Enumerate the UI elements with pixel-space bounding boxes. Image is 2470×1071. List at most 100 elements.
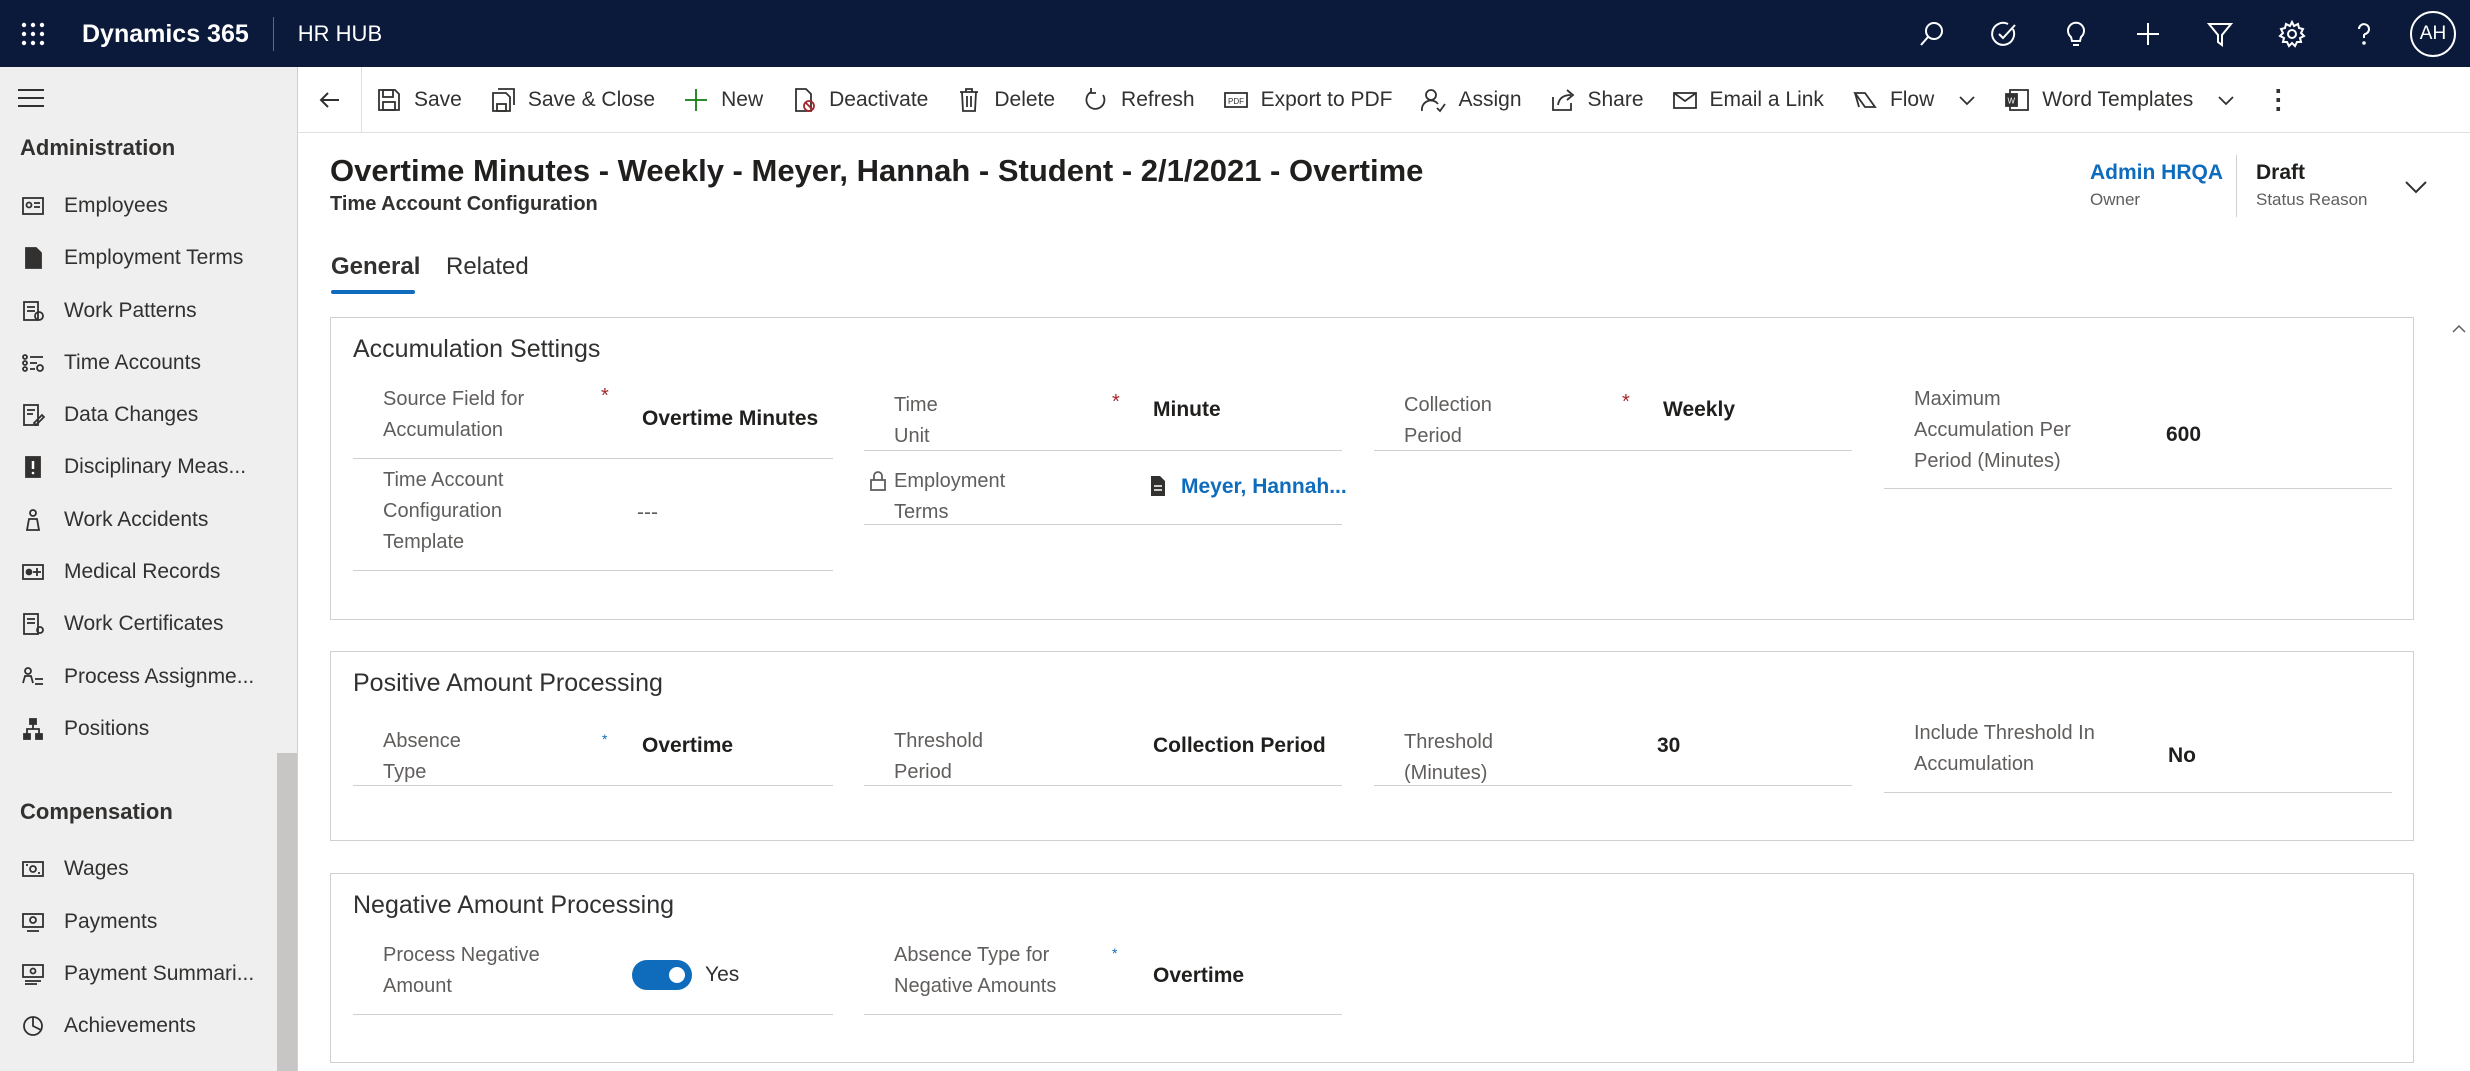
tab-related[interactable]: Related [446, 253, 529, 281]
plus-icon[interactable] [2112, 0, 2184, 67]
sidebar-item-label: Work Accidents [64, 508, 209, 531]
save-button[interactable]: Save [362, 67, 476, 133]
sidebar-item-process-assignments[interactable]: Process Assignme... [0, 651, 276, 703]
chevron-down-icon[interactable] [2217, 91, 2235, 109]
field-value[interactable]: Overtime [642, 734, 733, 758]
user-avatar[interactable]: AH [2410, 10, 2456, 57]
field-value[interactable]: --- [637, 501, 658, 525]
field-label: Absence Type for Negative Amounts [894, 944, 1057, 997]
word-template-icon: W [2005, 88, 2030, 111]
more-commands-icon[interactable]: ⋮ [2265, 84, 2291, 115]
field-value[interactable]: 600 [2166, 423, 2201, 447]
alert-document-icon [0, 455, 64, 479]
deactivate-icon [795, 87, 816, 112]
task-check-icon[interactable] [1968, 0, 2040, 67]
sidebar-item-label: Work Patterns [64, 299, 197, 322]
data-change-icon [0, 403, 64, 427]
recommended-indicator: * [602, 731, 608, 747]
header-expand-chevron-icon[interactable] [2404, 180, 2428, 194]
process-negative-toggle[interactable] [632, 960, 692, 990]
share-button[interactable]: Share [1536, 67, 1658, 133]
sidebar-item-work-patterns[interactable]: Work Patterns [0, 285, 276, 337]
lightbulb-icon[interactable] [2040, 0, 2112, 67]
sidebar-item-medical-records[interactable]: Medical Records [0, 546, 276, 598]
sitemap-sidebar: Administration Employees Employment Term… [0, 67, 298, 1071]
sidebar-item-payment-summaries[interactable]: Payment Summari... [0, 948, 276, 1000]
field-label: Time Account Configuration Template [383, 469, 504, 553]
chevron-down-icon[interactable] [1958, 91, 1976, 109]
deactivate-button[interactable]: Deactivate [777, 67, 942, 133]
refresh-button[interactable]: Refresh [1069, 67, 1209, 133]
field-label: Absence Type [383, 730, 461, 783]
sidebar-group-compensation[interactable]: Compensation [20, 799, 173, 825]
flow-button[interactable]: Flow [1838, 67, 1990, 133]
sidebar-group-administration[interactable]: Administration [20, 135, 175, 161]
field-value[interactable]: Overtime Minutes [642, 407, 818, 431]
save-close-icon [491, 87, 515, 112]
field-value[interactable]: Weekly [1663, 398, 1735, 422]
flow-label: Flow [1889, 87, 1935, 111]
back-button[interactable] [298, 66, 362, 133]
required-indicator: * [1112, 391, 1120, 413]
field-underline [1884, 792, 2392, 793]
field-value[interactable]: Overtime [1153, 964, 1244, 988]
help-icon[interactable] [2328, 0, 2400, 67]
export-to-pdf-button[interactable]: PDF Export to PDF [1209, 67, 1407, 133]
save-and-close-button[interactable]: Save & Close [476, 67, 669, 133]
flow-icon [1853, 91, 1877, 108]
list-settings-icon [0, 351, 64, 375]
delete-button[interactable]: Delete [942, 67, 1069, 133]
search-icon[interactable] [1896, 0, 1968, 67]
sidebar-item-payments[interactable]: Payments [0, 896, 276, 948]
field-value[interactable]: 30 [1657, 734, 1680, 758]
field-underline [1374, 450, 1852, 451]
sidebar-item-disciplinary-measures[interactable]: Disciplinary Meas... [0, 441, 276, 493]
filter-icon[interactable] [2184, 0, 2256, 67]
employment-terms-link[interactable]: Meyer, Hannah... [1181, 475, 1347, 499]
sidebar-item-label: Medical Records [64, 560, 221, 583]
sidebar-item-label: Positions [64, 717, 150, 740]
word-templates-button[interactable]: W Word Templates [1990, 67, 2249, 133]
gear-icon[interactable] [2256, 0, 2328, 67]
email-a-link-button[interactable]: Email a Link [1658, 67, 1838, 133]
tab-general[interactable]: General [331, 253, 420, 281]
sidebar-item-work-accidents[interactable]: Work Accidents [0, 494, 276, 546]
new-button[interactable]: New [669, 67, 777, 133]
form-scrollbar[interactable] [2448, 314, 2470, 1071]
work-pattern-icon [0, 299, 64, 323]
section-title: Negative Amount Processing [353, 891, 675, 919]
field-label: Employment Terms [894, 470, 1006, 523]
sidebar-item-data-changes[interactable]: Data Changes [0, 389, 276, 441]
sidebar-item-label: Employment Terms [64, 246, 244, 269]
field-value[interactable]: No [2168, 744, 2196, 768]
deactivate-label: Deactivate [829, 87, 929, 111]
sidebar-item-wages[interactable]: Wages [0, 843, 276, 895]
field-underline [353, 570, 833, 571]
sidebar-item-label: Disciplinary Meas... [64, 455, 247, 478]
assign-button[interactable]: Assign [1406, 67, 1535, 133]
sidebar-item-employment-terms[interactable]: Employment Terms [0, 232, 276, 284]
field-underline [864, 450, 1342, 451]
field-underline [864, 785, 1342, 786]
field-label: Collection Period [1404, 394, 1492, 447]
sidebar-item-achievements[interactable]: Achievements [0, 1000, 276, 1052]
person-accident-icon [0, 508, 64, 532]
brand-title[interactable]: Dynamics 365 [66, 16, 274, 51]
owner-link[interactable]: Admin HRQA [2090, 161, 2223, 185]
app-launcher-icon[interactable] [0, 0, 66, 67]
sidebar-item-work-certificates[interactable]: Work Certificates [0, 598, 276, 650]
hamburger-menu-icon[interactable] [18, 89, 44, 109]
sidebar-item-positions[interactable]: Positions [0, 703, 276, 755]
sidebar-item-time-accounts[interactable]: Time Accounts [0, 337, 276, 389]
sidebar-item-label: Data Changes [64, 403, 199, 426]
header-owner-field: Admin HRQA Owner [2090, 161, 2223, 210]
sidebar-scrollbar-thumb[interactable] [277, 753, 297, 1071]
scroll-up-icon[interactable] [2452, 324, 2466, 334]
sidebar-item-employees[interactable]: Employees [0, 180, 276, 232]
field-underline [1374, 785, 1852, 786]
sidebar-item-label: Wages [64, 857, 129, 880]
sidebar-scrollbar[interactable] [275, 67, 297, 1071]
field-value[interactable]: Minute [1153, 398, 1221, 422]
app-name[interactable]: HR HUB [274, 21, 382, 47]
field-value[interactable]: Collection Period [1153, 734, 1326, 758]
